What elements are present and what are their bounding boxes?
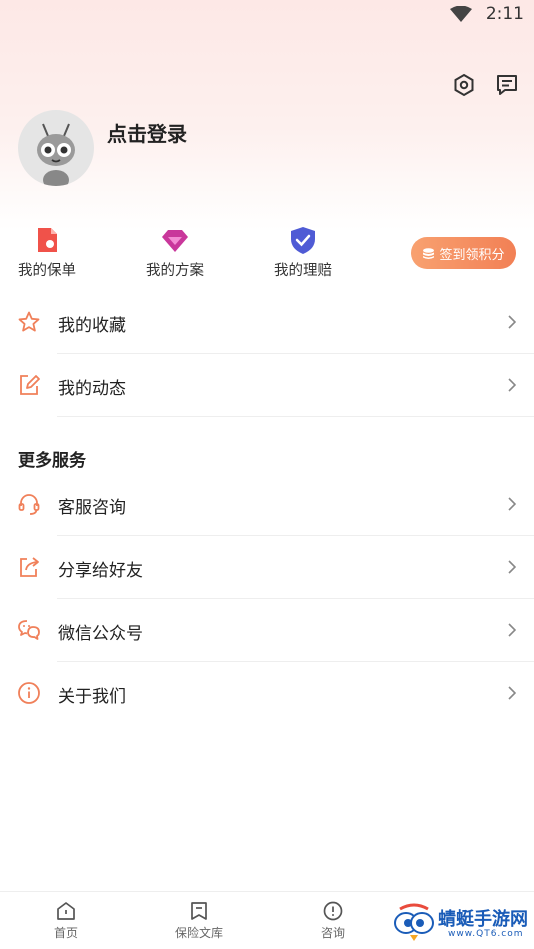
status-bar: 2:11: [0, 0, 534, 30]
section-title-more-services: 更多服务: [18, 451, 86, 471]
avatar[interactable]: [18, 110, 94, 186]
menu-item-label: 分享给好友: [58, 561, 143, 581]
wifi-icon: [450, 6, 472, 22]
shortcut-label: 我的保单: [18, 263, 76, 279]
bottom-tab-bar: 首页 保险文库 咨询 蜻蜓手游网 www.QT6.com: [0, 891, 534, 949]
tab-consult[interactable]: 咨询: [288, 900, 378, 941]
share-icon: [20, 557, 39, 577]
menu-item-label: 微信公众号: [58, 624, 143, 644]
menu-item-customer-service[interactable]: 客服咨询: [0, 473, 534, 536]
settings-icon[interactable]: [451, 72, 477, 98]
chevron-right-icon: [508, 378, 516, 392]
library-icon: [191, 902, 207, 920]
policy-doc-icon: [38, 228, 57, 252]
menu-item-wechat[interactable]: 微信公众号: [0, 599, 534, 662]
message-icon[interactable]: [494, 72, 520, 98]
watermark-text: 蜻蜓手游网: [438, 909, 528, 930]
shortcut-label: 我的理赔: [274, 263, 332, 279]
signin-button[interactable]: 签到领积分: [411, 237, 516, 269]
chevron-right-icon: [508, 560, 516, 574]
diamond-icon: [162, 230, 188, 252]
chevron-right-icon: [508, 497, 516, 511]
shortcut-my-plan[interactable]: 我的方案: [130, 225, 220, 280]
tab-home[interactable]: 首页: [21, 900, 111, 941]
menu-item-favorites[interactable]: 我的收藏: [0, 291, 534, 354]
shortcut-my-policy[interactable]: 我的保单: [2, 225, 92, 280]
headset-icon: [18, 494, 40, 515]
dragonfly-mascot-icon: [394, 903, 434, 941]
menu-item-label: 客服咨询: [58, 498, 126, 518]
chevron-right-icon: [508, 315, 516, 329]
ant-mascot-icon: [37, 123, 75, 186]
shield-check-icon: [291, 227, 315, 254]
menu-item-label: 我的动态: [58, 379, 126, 399]
status-time: 2:11: [485, 4, 524, 24]
tab-label: 咨询: [320, 926, 345, 940]
watermark-url: www.QT6.com: [448, 929, 524, 939]
header-background: [0, 0, 534, 230]
tab-library[interactable]: 保险文库: [154, 900, 244, 941]
chevron-right-icon: [508, 686, 516, 700]
shortcut-label: 我的方案: [146, 263, 204, 279]
watermark-logo: 蜻蜓手游网 www.QT6.com: [392, 901, 528, 945]
menu-item-activity[interactable]: 我的动态: [0, 354, 534, 417]
star-icon: [18, 311, 40, 332]
menu-item-share[interactable]: 分享给好友: [0, 536, 534, 599]
divider: [57, 416, 534, 417]
tab-label: 保险文库: [174, 926, 223, 940]
home-icon: [57, 902, 75, 920]
wechat-icon: [18, 620, 40, 640]
coin-stack-icon: [423, 247, 435, 259]
consult-icon: [323, 901, 343, 921]
tab-label: 首页: [53, 926, 78, 940]
chevron-right-icon: [508, 623, 516, 637]
info-icon: [18, 682, 40, 704]
shortcut-my-claims[interactable]: 我的理赔: [258, 225, 348, 280]
menu-item-label: 关于我们: [58, 687, 126, 707]
menu-item-label: 我的收藏: [58, 316, 126, 336]
login-prompt[interactable]: 点击登录: [107, 118, 187, 147]
signin-label: 签到领积分: [439, 247, 505, 263]
edit-icon: [20, 375, 40, 395]
menu-item-about[interactable]: 关于我们: [0, 662, 534, 725]
